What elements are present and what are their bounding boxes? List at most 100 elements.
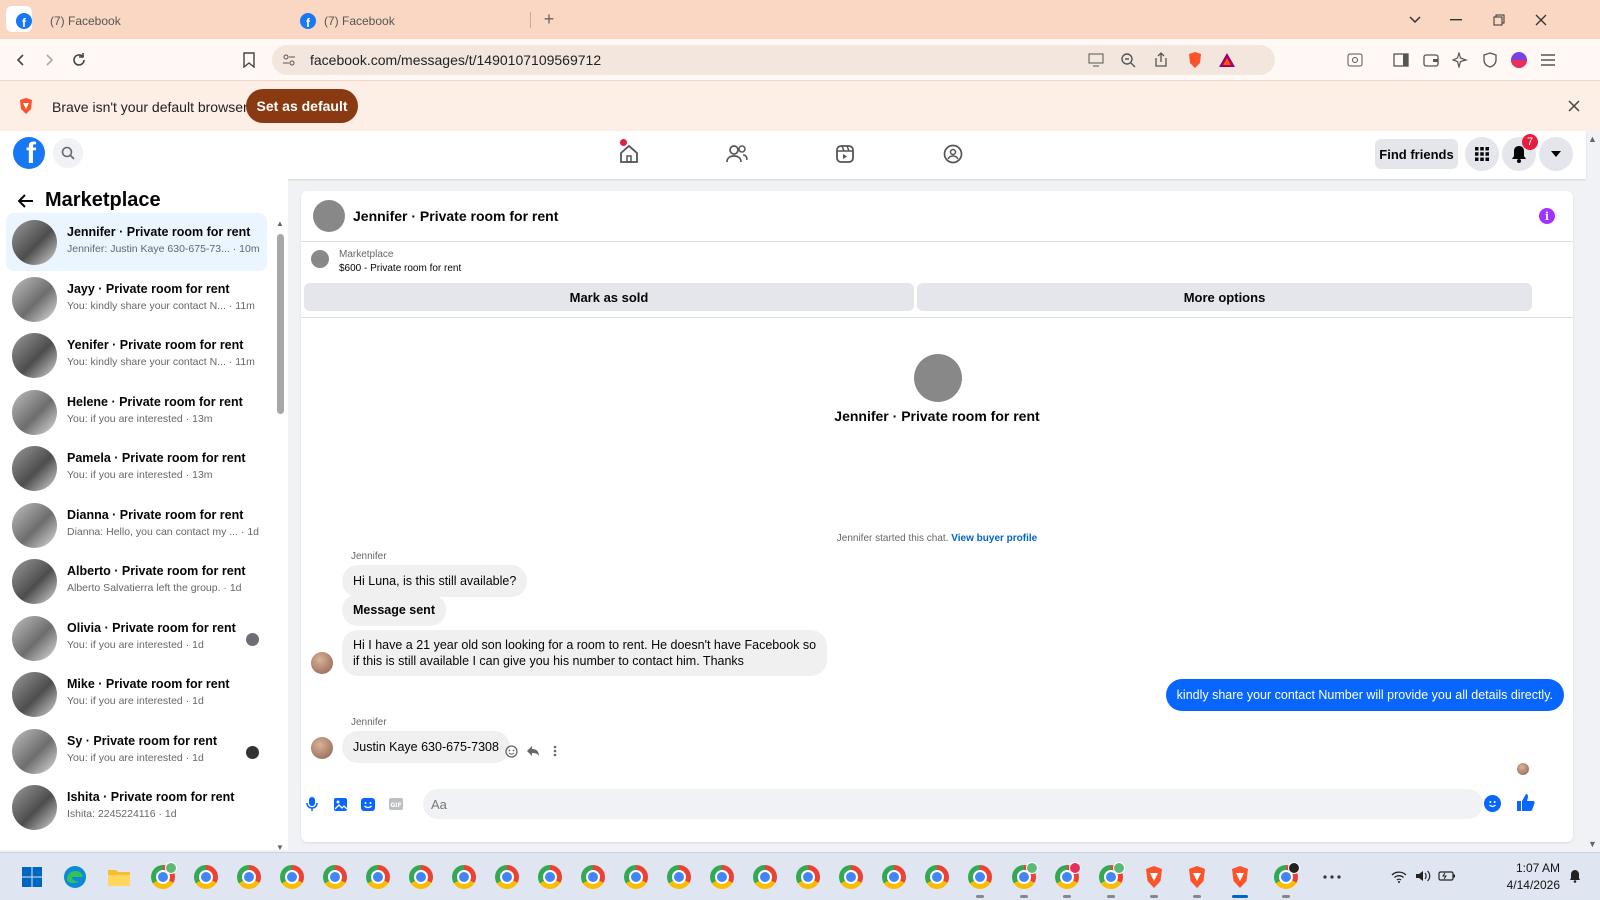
conversation-item[interactable]: Jennifer · Private room for rent Jennifer… (6, 213, 267, 271)
page-scroll-down-icon[interactable]: ▼ (1588, 839, 1597, 849)
chat-title[interactable]: Jennifer · Private room for rent (353, 208, 558, 224)
chrome-browser-icon[interactable] (665, 863, 693, 891)
gif-icon[interactable]: GIF (387, 795, 405, 813)
groups-icon[interactable] (940, 141, 966, 167)
tab-search-chevron-icon[interactable] (1402, 8, 1428, 32)
share-icon[interactable] (1152, 51, 1170, 69)
leo-ai-icon[interactable] (1449, 49, 1471, 71)
friends-icon[interactable] (724, 141, 750, 167)
forward-icon[interactable] (38, 49, 60, 71)
system-clock[interactable]: 1:07 AM 4/14/2026 (1476, 860, 1560, 894)
outgoing-message-bubble[interactable]: kindly share your contact Number will pr… (1165, 679, 1564, 711)
site-settings-icon[interactable] (280, 51, 298, 69)
wallet-icon[interactable] (1420, 49, 1442, 71)
conversation-item[interactable]: Ishita · Private room for rent Ishita: 22… (6, 778, 267, 836)
chrome-browser-icon[interactable] (1010, 862, 1038, 898)
account-chevron-icon[interactable] (1539, 137, 1573, 171)
conversation-item[interactable]: Yenifer · Private room for rent You: kind… (6, 326, 267, 384)
message-bubble[interactable]: Hi Luna, is this still available? (342, 565, 528, 597)
vpn-icon[interactable] (1479, 49, 1501, 71)
message-input[interactable] (423, 789, 1483, 819)
chrome-browser-icon[interactable] (794, 863, 822, 891)
conversation-item[interactable]: Jayy · Private room for rent You: kindly … (6, 270, 267, 328)
listing-summary[interactable]: Marketplace $600 - Private room for rent (301, 242, 1573, 280)
chrome-browser-icon[interactable] (321, 863, 349, 891)
sticker-icon[interactable] (359, 795, 377, 813)
conversation-item[interactable]: Mike · Private room for rent You: if you … (6, 665, 267, 723)
chrome-browser-icon[interactable] (278, 863, 306, 891)
mark-as-sold-button[interactable]: Mark as sold (304, 283, 914, 311)
reload-icon[interactable] (68, 49, 90, 71)
address-bar[interactable]: facebook.com/messages/t/1490107109569712 (272, 45, 1275, 75)
chrome-browser-icon[interactable] (1053, 862, 1081, 898)
tab-facebook-2[interactable]: f (7) Facebook (290, 4, 530, 37)
more-dots-icon[interactable] (548, 744, 562, 758)
chrome-browser-icon[interactable] (450, 863, 478, 891)
chrome-browser-icon[interactable] (579, 863, 607, 891)
menu-icon[interactable] (1537, 49, 1559, 71)
find-friends-button[interactable]: Find friends (1375, 139, 1458, 169)
volume-icon[interactable] (1414, 867, 1432, 885)
scroll-up-icon[interactable]: ▲ (276, 219, 285, 228)
bookmark-icon[interactable] (238, 49, 260, 71)
file-explorer-icon[interactable] (105, 863, 133, 891)
sender-avatar[interactable] (311, 737, 333, 759)
chrome-browser-icon[interactable] (536, 863, 564, 891)
brave-shields-icon[interactable] (1186, 51, 1204, 69)
message-bubble[interactable]: Message sent (342, 594, 446, 626)
notification-bell-icon[interactable] (1566, 867, 1584, 885)
chrome-browser-icon[interactable] (880, 863, 908, 891)
message-bubble[interactable]: Hi I have a 21 year old son looking for … (342, 630, 828, 676)
conversation-item[interactable]: Olivia · Private room for rent You: if yo… (6, 609, 267, 667)
windows-start-icon[interactable] (18, 863, 46, 891)
brave-browser-icon[interactable] (1183, 863, 1211, 898)
scroll-down-icon[interactable]: ▼ (276, 843, 285, 852)
conversation-item[interactable]: Pamela · Private room for rent You: if yo… (6, 439, 267, 497)
battery-icon[interactable] (1438, 867, 1456, 885)
video-icon[interactable] (832, 141, 858, 167)
brave-browser-icon[interactable] (1226, 863, 1254, 898)
chrome-browser-icon[interactable] (149, 862, 177, 891)
cast-icon[interactable] (1087, 51, 1105, 69)
microphone-icon[interactable] (303, 795, 321, 813)
chrome-browser-icon[interactable] (622, 863, 650, 891)
conversation-item[interactable]: Helene · Private room for rent You: if yo… (6, 383, 267, 441)
conversation-item[interactable]: Sy · Private room for rent You: if you ar… (6, 722, 267, 780)
chrome-browser-icon[interactable] (837, 863, 865, 891)
chrome-browser-icon[interactable] (1272, 862, 1300, 898)
close-icon[interactable] (1564, 96, 1584, 116)
back-icon[interactable] (10, 49, 32, 71)
chrome-browser-icon[interactable] (1097, 862, 1125, 898)
emoji-icon[interactable] (1484, 795, 1501, 812)
chrome-browser-icon[interactable] (192, 863, 220, 891)
sidebar-toggle-icon[interactable] (1390, 49, 1412, 71)
photo-icon[interactable] (331, 795, 349, 813)
brave-rewards-icon[interactable] (1218, 51, 1236, 69)
react-emoji-icon[interactable] (504, 744, 518, 758)
edge-browser-icon[interactable] (61, 863, 89, 891)
close-window-button[interactable] (1528, 8, 1554, 32)
chrome-browser-icon[interactable] (708, 863, 736, 891)
home-icon[interactable] (616, 141, 642, 167)
minimize-button[interactable] (1443, 8, 1469, 32)
chat-avatar[interactable] (313, 200, 345, 232)
zoom-out-icon[interactable] (1119, 51, 1137, 69)
message-bubble[interactable]: Justin Kaye 630-675-7308 (342, 731, 510, 763)
reply-icon[interactable] (526, 744, 540, 758)
new-tab-button[interactable]: + (538, 8, 560, 30)
chrome-browser-icon[interactable] (966, 863, 994, 898)
thumbs-up-icon[interactable] (1515, 792, 1537, 814)
tab-facebook-1[interactable]: f (7) Facebook (6, 4, 286, 37)
menu-grid-icon[interactable] (1465, 137, 1499, 171)
set-as-default-button[interactable]: Set as default (246, 89, 358, 123)
sender-avatar[interactable] (311, 652, 333, 674)
chrome-browser-icon[interactable] (407, 863, 435, 891)
facebook-logo-icon[interactable]: f (13, 137, 45, 169)
chrome-browser-icon[interactable] (493, 863, 521, 891)
chrome-browser-icon[interactable] (364, 863, 392, 891)
more-apps-icon[interactable] (1318, 863, 1346, 891)
back-arrow-icon[interactable] (16, 191, 36, 211)
conversation-item[interactable]: Alberto · Private room for rent Alberto S… (6, 552, 267, 610)
brave-browser-icon[interactable] (1140, 863, 1168, 898)
page-scroll-up-icon[interactable]: ▲ (1588, 134, 1597, 144)
